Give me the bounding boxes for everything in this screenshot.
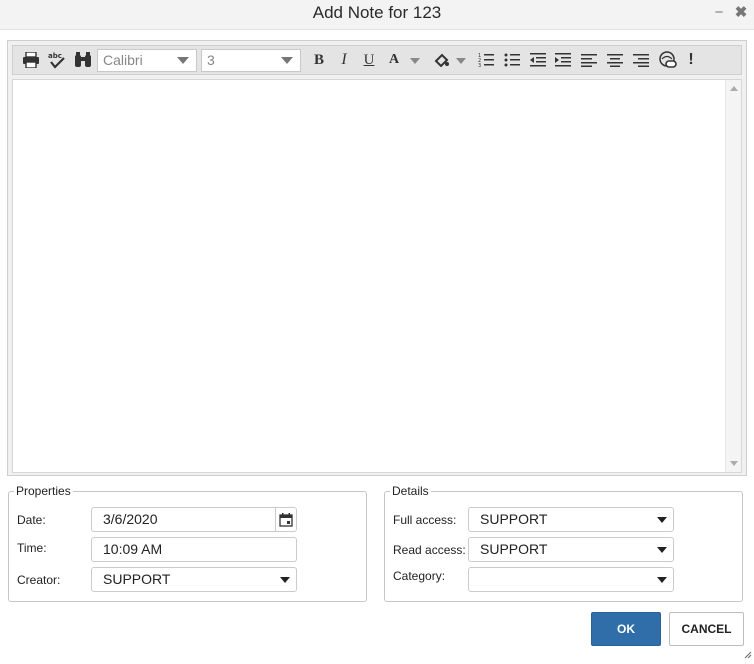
align-left-icon[interactable] xyxy=(580,51,598,69)
bold-button[interactable]: B xyxy=(311,51,327,69)
underline-button[interactable]: U xyxy=(361,51,377,69)
editor-toolbar: abc Calibri 3 B I U A 123 ! xyxy=(12,45,742,75)
details-legend: Details xyxy=(392,484,429,498)
outdent-icon[interactable] xyxy=(529,51,547,69)
close-button[interactable]: ✖ xyxy=(734,4,748,22)
creator-value: SUPPORT xyxy=(103,571,171,587)
chevron-down-icon xyxy=(657,517,667,523)
chevron-down-icon xyxy=(280,577,290,583)
date-value: 3/6/2020 xyxy=(103,511,158,527)
important-button[interactable]: ! xyxy=(685,51,697,69)
vertical-scrollbar[interactable] xyxy=(725,80,741,472)
highlight-caret-icon[interactable] xyxy=(456,58,466,64)
font-color-caret-icon[interactable] xyxy=(410,58,420,64)
time-label: Time: xyxy=(17,541,47,555)
bullet-list-icon[interactable] xyxy=(503,51,521,69)
chevron-down-icon xyxy=(281,57,293,64)
highlight-icon[interactable] xyxy=(433,51,451,69)
align-center-icon[interactable] xyxy=(606,51,624,69)
title-bar: Add Note for 123 − ✖ xyxy=(0,0,754,30)
find-binoculars-icon[interactable] xyxy=(73,51,93,69)
chevron-down-icon xyxy=(657,547,667,553)
ok-button[interactable]: OK xyxy=(591,612,661,646)
calendar-icon[interactable] xyxy=(275,508,296,531)
date-field[interactable]: 3/6/2020 xyxy=(91,507,297,532)
time-field[interactable]: 10:09 AM xyxy=(91,537,297,562)
font-family-select[interactable]: Calibri xyxy=(97,49,197,72)
read-access-label: Read access: xyxy=(393,543,466,557)
font-family-value: Calibri xyxy=(103,52,143,68)
full-access-select[interactable]: SUPPORT xyxy=(468,507,674,532)
align-right-icon[interactable] xyxy=(632,51,650,69)
indent-icon[interactable] xyxy=(554,51,572,69)
scroll-down-icon[interactable] xyxy=(730,461,738,466)
read-access-select[interactable]: SUPPORT xyxy=(468,537,674,562)
italic-button[interactable]: I xyxy=(336,51,352,69)
print-icon[interactable] xyxy=(21,51,41,69)
note-editor: abc Calibri 3 B I U A 123 ! xyxy=(7,40,747,476)
resize-grip-icon[interactable] xyxy=(742,646,752,659)
creator-label: Creator: xyxy=(17,573,61,587)
chevron-down-icon xyxy=(177,57,189,64)
note-body-textarea[interactable] xyxy=(12,79,742,473)
hyperlink-icon[interactable] xyxy=(658,51,678,69)
scroll-up-icon[interactable] xyxy=(730,86,738,91)
spellcheck-icon[interactable]: abc xyxy=(47,51,67,69)
dialog-title: Add Note for 123 xyxy=(312,3,442,22)
full-access-label: Full access: xyxy=(393,513,457,527)
creator-select[interactable]: SUPPORT xyxy=(91,567,297,592)
svg-text:3: 3 xyxy=(478,63,481,68)
font-color-button[interactable]: A xyxy=(386,51,402,69)
full-access-value: SUPPORT xyxy=(480,511,548,527)
category-select[interactable] xyxy=(468,567,674,592)
time-value: 10:09 AM xyxy=(103,541,163,557)
font-size-select[interactable]: 3 xyxy=(201,49,301,72)
properties-legend: Properties xyxy=(16,484,71,498)
read-access-value: SUPPORT xyxy=(480,541,548,557)
chevron-down-icon xyxy=(657,577,667,583)
category-label: Category: xyxy=(393,569,446,583)
font-size-value: 3 xyxy=(207,52,215,68)
numbered-list-icon[interactable]: 123 xyxy=(477,51,495,69)
cancel-button[interactable]: CANCEL xyxy=(669,612,744,646)
svg-text:abc: abc xyxy=(48,52,62,60)
minimize-button[interactable]: − xyxy=(712,4,726,22)
date-label: Date: xyxy=(17,513,46,527)
